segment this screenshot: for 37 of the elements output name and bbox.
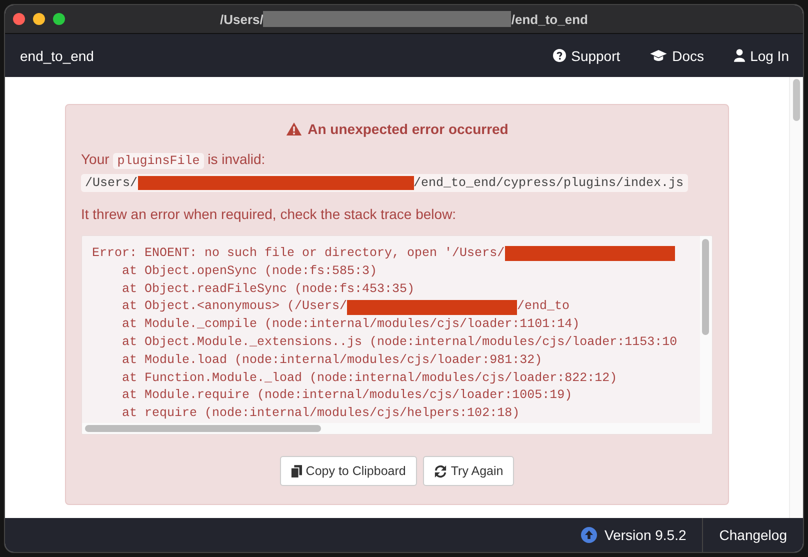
error-heading: An unexpected error occurred — [81, 121, 713, 137]
zoom-button[interactable] — [53, 13, 65, 25]
stack-line: at Function.Module._load (node:internal/modules/cjs/loader:822:12) — [121, 370, 618, 387]
copy-icon — [290, 464, 302, 478]
file-path: /Users/ /end_to_end/cypress/plugins/index.js — [81, 174, 688, 192]
changelog-link[interactable]: Changelog — [702, 518, 803, 552]
horizontal-scrollbar[interactable] — [82, 423, 700, 434]
stack-line: at Object.openSync (node:fs:585:3) — [121, 262, 378, 280]
warning-icon — [286, 122, 302, 136]
copy-button[interactable]: Copy to Clipboard — [280, 456, 417, 486]
nav-link[interactable]: Docs — [650, 48, 704, 64]
stack-line: at Object.readFileSync (node:fs:453:35) — [121, 280, 415, 298]
vertical-scrollbar[interactable] — [700, 236, 712, 434]
project-name: end_to_end — [20, 48, 94, 64]
version-button[interactable]: Version 9.5.2 — [564, 518, 702, 552]
stack-line: at Module.load (node:internal/modules/cjs/loader:981:32) — [121, 352, 542, 369]
graduation-cap-icon — [650, 50, 668, 62]
try-again-button[interactable]: Try Again — [422, 456, 514, 486]
page-scrollbar[interactable] — [789, 77, 803, 518]
minimize-button[interactable] — [33, 13, 45, 25]
nav-link[interactable]: Log In — [734, 48, 789, 64]
stack-line: Error: ENOENT: no such file or directory, open '/Users/ — [92, 245, 505, 262]
stack-line: /end_to — [517, 298, 570, 316]
stack-line: at Module.require (node:internal/modules/cjs/loader:1005:19) — [121, 387, 572, 404]
user-icon — [734, 49, 746, 62]
error-message: Your pluginsFile is invalid: — [81, 150, 266, 170]
stack-line: at require (node:internal/modules/cjs/helpers:102:18) — [121, 405, 520, 422]
window-title: /Users/ — [220, 12, 264, 26]
stack-line: at Object.<anonymous> (/Users/ — [121, 298, 348, 316]
window-title: /end_to_end — [511, 12, 588, 26]
nav-link[interactable]: Support — [553, 48, 620, 64]
help-icon — [553, 49, 566, 62]
stack-line: at Object.Module._extensions..js (node:internal/modules/cjs/loader:1153:10 — [121, 334, 678, 351]
stack-line: at Module._compile (node:internal/modules/cjs/loader:1101:14) — [121, 316, 580, 334]
hint-text: It threw an error when required, check the stack trace below: — [81, 205, 458, 223]
close-button[interactable] — [13, 13, 25, 25]
refresh-icon — [434, 464, 447, 478]
